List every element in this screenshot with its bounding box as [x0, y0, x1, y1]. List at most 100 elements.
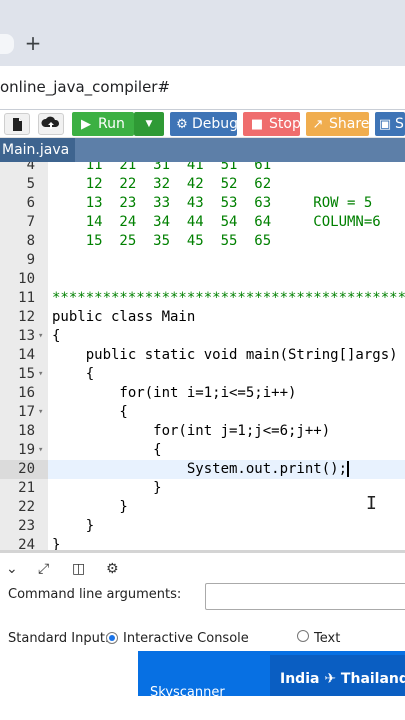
code-text: {: [52, 366, 95, 382]
code-text: {: [52, 328, 61, 344]
debug-icon: ⚙: [176, 117, 188, 132]
code-text: public static void main(String[]args): [52, 347, 398, 363]
code-line[interactable]: 16 for(int i=1;i<=5;i++): [0, 384, 405, 403]
stdin-label: Standard Input:: [8, 631, 110, 646]
text-input-radio[interactable]: [297, 630, 309, 642]
line-number: 7: [26, 214, 35, 230]
code-text: {: [52, 404, 128, 420]
text-input-label[interactable]: Text: [314, 631, 340, 646]
code-text: }: [52, 480, 162, 496]
line-number: 10: [18, 271, 35, 287]
line-number: 20: [0, 460, 48, 479]
code-text: }: [52, 518, 95, 534]
code-text: ****************************************…: [52, 290, 405, 306]
code-text: 11 21 31 41 51 61: [52, 162, 272, 173]
code-line[interactable]: 20 System.out.print();: [0, 460, 405, 479]
chevron-down-icon[interactable]: ⌄: [6, 561, 18, 577]
code-line[interactable]: 10: [0, 270, 405, 289]
stop-icon: ■: [250, 117, 264, 132]
code-line[interactable]: 14 public static void main(String[]args): [0, 346, 405, 365]
bottom-strip: [0, 696, 405, 720]
code-text: 15 25 35 45 55 65: [52, 233, 272, 249]
gear-icon[interactable]: ⚙: [106, 561, 119, 577]
line-number: 18: [18, 423, 35, 439]
code-line[interactable]: 4 11 21 31 41 51 61: [0, 162, 405, 175]
interactive-console-radio[interactable]: [106, 632, 118, 644]
line-number: 6: [26, 195, 35, 211]
toolbar: ▶ Run ▼ ⚙ Debug ■ Stop ↗ Share ▣ S: [0, 110, 405, 138]
interactive-console-label[interactable]: Interactive Console: [123, 631, 249, 646]
debug-label: Debug: [192, 116, 239, 132]
line-number: 5: [26, 176, 35, 192]
line-number: 24: [18, 537, 35, 550]
code-line[interactable]: 13 ▾{: [0, 327, 405, 346]
code-text: System.out.print();: [52, 461, 350, 477]
fold-toggle-icon[interactable]: ▾: [38, 365, 48, 384]
text-caret: [347, 461, 350, 477]
fold-toggle-icon[interactable]: ▾: [38, 327, 48, 346]
debug-button[interactable]: ⚙ Debug: [170, 112, 239, 136]
upload-icon[interactable]: [38, 113, 64, 135]
line-number: 8: [26, 233, 35, 249]
fold-toggle-icon[interactable]: ▾: [38, 441, 48, 460]
save-button[interactable]: ▣ S: [375, 112, 405, 136]
stop-button[interactable]: ■ Stop: [243, 112, 301, 136]
code-text: {: [52, 442, 162, 458]
browser-tab-strip: +: [0, 0, 405, 66]
line-number: 4: [26, 162, 35, 173]
share-label: Share: [329, 116, 370, 132]
line-number: 21: [18, 480, 35, 496]
share-button[interactable]: ↗ Share: [306, 112, 369, 136]
code-line[interactable]: 7 14 24 34 44 54 64 COLUMN=6: [0, 213, 405, 232]
run-button[interactable]: ▶ Run: [72, 112, 134, 136]
line-number: 14: [18, 347, 35, 363]
file-tab-main-java[interactable]: Main.java: [0, 138, 76, 162]
stop-label: Stop: [269, 116, 301, 132]
run-dropdown-button[interactable]: ▼: [134, 112, 164, 136]
line-number: 11: [18, 290, 35, 306]
line-number: 17: [18, 404, 35, 420]
file-tab-bar: Main.java: [0, 138, 405, 162]
code-text: }: [52, 499, 128, 515]
run-label: Run: [98, 116, 125, 132]
url-text[interactable]: online_java_compiler#: [0, 78, 170, 96]
file-icon[interactable]: [4, 113, 30, 135]
code-line[interactable]: 12 public class Main: [0, 308, 405, 327]
code-text: }: [52, 537, 61, 550]
chevron-down-icon: ▼: [145, 119, 153, 129]
play-icon: ▶: [81, 117, 91, 132]
ad-banner[interactable]: Skyscanner India ✈ Thailand: [138, 651, 405, 696]
code-line[interactable]: 18 for(int j=1;j<=6;j++): [0, 422, 405, 441]
code-line[interactable]: 21 }: [0, 479, 405, 498]
expand-icon[interactable]: ⤢: [38, 561, 49, 577]
new-tab-button[interactable]: +: [24, 30, 42, 56]
ad-brand: Skyscanner: [150, 685, 225, 696]
code-line[interactable]: 15 ▾ {: [0, 365, 405, 384]
layout-icon[interactable]: ◫: [72, 561, 85, 577]
code-line[interactable]: 24}: [0, 536, 405, 550]
line-number: 9: [26, 252, 35, 268]
line-number: 19: [18, 442, 35, 458]
command-line-label: Command line arguments:: [8, 587, 182, 602]
line-number: 15: [18, 366, 35, 382]
line-number: 12: [18, 309, 35, 325]
line-number: 13: [18, 328, 35, 344]
command-line-input[interactable]: [205, 583, 405, 610]
code-line[interactable]: 8 15 25 35 45 55 65: [0, 232, 405, 251]
fold-toggle-icon[interactable]: ▾: [38, 403, 48, 422]
save-label: S: [395, 116, 404, 132]
code-line[interactable]: 5 12 22 32 42 52 62: [0, 175, 405, 194]
code-text: 13 23 33 43 53 63 ROW = 5: [52, 195, 373, 211]
code-line[interactable]: 11 **************************************…: [0, 289, 405, 308]
code-line[interactable]: 19 ▾ {: [0, 441, 405, 460]
address-bar[interactable]: online_java_compiler#: [0, 66, 405, 110]
code-line[interactable]: 9: [0, 251, 405, 270]
code-line[interactable]: 6 13 23 33 43 53 63 ROW = 5: [0, 194, 405, 213]
code-editor[interactable]: 4 11 21 31 41 51 61 5 12 22 32 42 52 62 6 …: [0, 162, 405, 550]
code-line[interactable]: 22 }: [0, 498, 405, 517]
code-line[interactable]: 23 }: [0, 517, 405, 536]
line-number: 23: [18, 518, 35, 534]
previous-tab-edge[interactable]: [0, 34, 14, 54]
code-line[interactable]: 17 ▾ {: [0, 403, 405, 422]
code-text: 12 22 32 42 52 62: [52, 176, 272, 192]
